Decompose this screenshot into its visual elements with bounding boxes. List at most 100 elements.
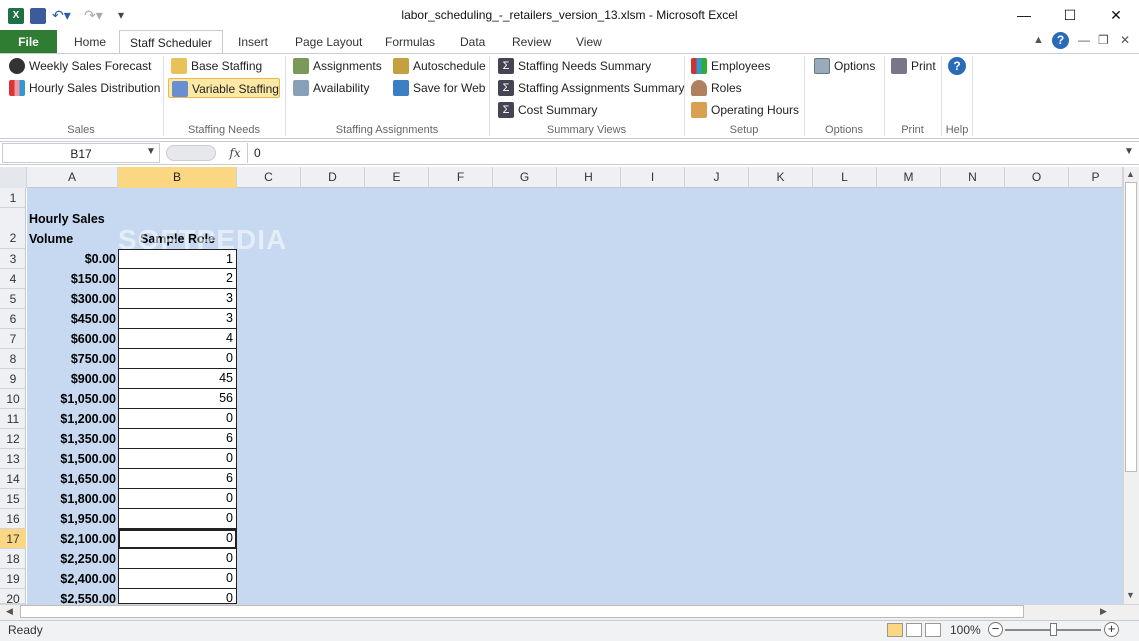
staff-count-cell[interactable]: 1 (118, 249, 237, 269)
staff-count-cell[interactable]: 3 (118, 309, 237, 329)
formula-bar-resize-handle[interactable] (166, 145, 216, 161)
undo-icon[interactable]: ↶▾ (52, 7, 71, 23)
column-header-m[interactable]: M (877, 167, 941, 188)
volume-cell[interactable]: $1,650.00 (27, 469, 118, 489)
volume-cell[interactable]: $2,100.00 (27, 529, 118, 549)
tab-home[interactable]: Home (64, 30, 116, 54)
staff-count-cell[interactable]: 6 (118, 429, 237, 449)
scroll-up-icon[interactable]: ▲ (1126, 169, 1135, 179)
volume-cell[interactable]: $1,950.00 (27, 509, 118, 529)
volume-cell[interactable]: $300.00 (27, 289, 118, 309)
row-header-2[interactable]: 2 (0, 208, 26, 249)
options-button[interactable]: Options (811, 56, 878, 76)
name-box-dropdown-icon[interactable]: ▼ (146, 146, 156, 157)
staff-count-cell[interactable]: 0 (118, 509, 237, 529)
vertical-scroll-thumb[interactable] (1125, 182, 1137, 472)
help-icon[interactable]: ? (1052, 32, 1069, 49)
staff-count-cell[interactable]: 0 (118, 549, 237, 569)
volume-cell[interactable]: $1,350.00 (27, 429, 118, 449)
row-header-9[interactable]: 9 (0, 369, 26, 389)
row-header-3[interactable]: 3 (0, 249, 26, 269)
tab-view[interactable]: View (566, 30, 612, 54)
volume-cell[interactable]: $2,400.00 (27, 569, 118, 589)
column-header-l[interactable]: L (813, 167, 877, 188)
volume-cell[interactable]: $150.00 (27, 269, 118, 289)
staffing-assignments-summary-button[interactable]: Σ Staffing Assignments Summary (495, 78, 688, 98)
staff-count-cell[interactable]: 6 (118, 469, 237, 489)
staff-count-cell[interactable]: 3 (118, 289, 237, 309)
page-break-view-icon[interactable] (925, 623, 941, 637)
variable-staffing-button[interactable]: Variable Staffing (168, 78, 280, 98)
scroll-right-icon[interactable]: ▶ (1100, 606, 1107, 617)
assignments-button[interactable]: Assignments (290, 56, 385, 76)
zoom-level[interactable]: 100% (950, 620, 981, 641)
hourly-sales-distribution-button[interactable]: Hourly Sales Distribution (6, 78, 163, 98)
column-header-a[interactable]: A (27, 167, 118, 188)
scroll-left-icon[interactable]: ◀ (6, 606, 13, 617)
zoom-in-icon[interactable]: + (1104, 622, 1119, 637)
row-header-17[interactable]: 17 (0, 529, 26, 549)
row-header-1[interactable]: 1 (0, 188, 26, 208)
workbook-restore-icon[interactable]: ❐ (1098, 33, 1109, 47)
volume-cell[interactable]: $900.00 (27, 369, 118, 389)
select-all-button[interactable] (0, 167, 27, 188)
volume-cell[interactable]: $750.00 (27, 349, 118, 369)
normal-view-icon[interactable] (887, 623, 903, 637)
base-staffing-button[interactable]: Base Staffing (168, 56, 265, 76)
staff-count-cell[interactable]: 0 (118, 569, 237, 589)
volume-cell[interactable]: $1,050.00 (27, 389, 118, 409)
cell-a2-header[interactable]: Volume (29, 229, 73, 249)
availability-button[interactable]: Availability (290, 78, 372, 98)
row-header-6[interactable]: 6 (0, 309, 26, 329)
column-header-c[interactable]: C (237, 167, 301, 188)
page-layout-view-icon[interactable] (906, 623, 922, 637)
save-icon[interactable] (30, 7, 46, 24)
row-header-14[interactable]: 14 (0, 469, 26, 489)
staff-count-cell[interactable]: 0 (118, 489, 237, 509)
row-header-19[interactable]: 19 (0, 569, 26, 589)
staff-count-cell[interactable]: 56 (118, 389, 237, 409)
zoom-slider-knob[interactable] (1050, 623, 1057, 636)
row-header-4[interactable]: 4 (0, 269, 26, 289)
expand-formula-bar-icon[interactable]: ▼ (1124, 146, 1134, 157)
column-header-b[interactable]: B (118, 167, 237, 188)
weekly-sales-forecast-button[interactable]: Weekly Sales Forecast (6, 56, 155, 76)
staff-count-cell[interactable]: 0 (118, 349, 237, 369)
staff-count-cell[interactable]: 4 (118, 329, 237, 349)
volume-cell[interactable]: $2,550.00 (27, 589, 118, 604)
help-ribbon-button[interactable]: ? (948, 57, 966, 75)
zoom-out-icon[interactable]: − (988, 622, 1003, 637)
volume-cell[interactable]: $1,800.00 (27, 489, 118, 509)
volume-cell[interactable]: $450.00 (27, 309, 118, 329)
cost-summary-button[interactable]: Σ Cost Summary (495, 100, 600, 120)
staff-count-cell[interactable]: 0 (118, 409, 237, 429)
scroll-down-icon[interactable]: ▼ (1126, 590, 1135, 600)
workbook-minimize-icon[interactable]: — (1078, 33, 1090, 47)
column-header-d[interactable]: D (301, 167, 365, 188)
print-button[interactable]: Print (888, 56, 939, 76)
insert-function-button[interactable]: fx (225, 143, 245, 163)
ribbon-collapse-icon[interactable]: ▲ (1033, 34, 1044, 46)
column-header-k[interactable]: K (749, 167, 813, 188)
staffing-needs-summary-button[interactable]: Σ Staffing Needs Summary (495, 56, 654, 76)
name-box[interactable]: B17 (2, 143, 160, 163)
column-header-f[interactable]: F (429, 167, 493, 188)
roles-button[interactable]: Roles (688, 78, 745, 98)
row-header-7[interactable]: 7 (0, 329, 26, 349)
cell-a1-header[interactable]: Hourly Sales (29, 209, 105, 229)
workbook-close-icon[interactable]: ✕ (1120, 33, 1130, 47)
volume-cell[interactable]: $1,500.00 (27, 449, 118, 469)
row-header-8[interactable]: 8 (0, 349, 26, 369)
horizontal-scroll-thumb[interactable] (20, 605, 1024, 618)
qat-customize-icon[interactable]: ▾ (118, 7, 124, 23)
row-header-20[interactable]: 20 (0, 589, 26, 606)
tab-review[interactable]: Review (502, 30, 561, 54)
row-header-12[interactable]: 12 (0, 429, 26, 449)
row-header-5[interactable]: 5 (0, 289, 26, 309)
staff-count-cell[interactable]: 2 (118, 269, 237, 289)
column-header-o[interactable]: O (1005, 167, 1069, 188)
redo-icon[interactable]: ↷▾ (84, 7, 103, 23)
tab-file[interactable]: File (0, 30, 57, 54)
save-for-web-button[interactable]: Save for Web (390, 78, 488, 98)
staff-count-cell[interactable]: 45 (118, 369, 237, 389)
